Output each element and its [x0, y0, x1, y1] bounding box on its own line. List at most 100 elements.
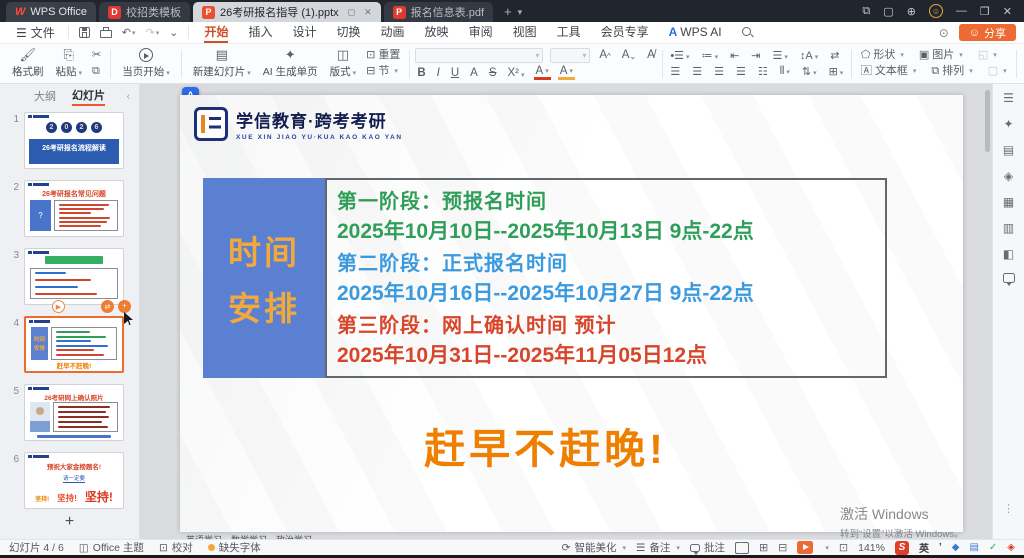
tab-design[interactable]: 设计: [283, 22, 327, 43]
tab-view[interactable]: 视图: [503, 22, 547, 43]
new-slide-plus-button[interactable]: +: [0, 509, 139, 539]
paragraph-more-button[interactable]: ⊞▾: [826, 65, 846, 78]
restore-button[interactable]: ❐: [980, 5, 990, 18]
underline-button[interactable]: U: [449, 67, 461, 79]
tab-slides[interactable]: 幻灯片: [72, 87, 105, 106]
slide-3-thumbnail[interactable]: [24, 248, 124, 305]
font-size-select[interactable]: ▾: [550, 48, 590, 63]
slide-1-thumbnail[interactable]: 2 0 2 6 26考研报名流程解读: [24, 112, 124, 169]
highlight-color-button[interactable]: A▾: [558, 66, 575, 80]
sogou-punct-icon[interactable]: ’: [939, 542, 942, 553]
sogou-board-icon[interactable]: ▤: [969, 542, 978, 553]
pin-tab-icon[interactable]: ◻: [348, 7, 355, 18]
workspace-icon[interactable]: ▢: [883, 5, 893, 18]
sogou-tool-icon[interactable]: ◈: [1007, 542, 1015, 553]
reading-view-button[interactable]: ⊟: [778, 541, 787, 554]
section-button[interactable]: ⊟节▾: [362, 65, 404, 78]
comment-icon[interactable]: [1003, 273, 1015, 283]
new-tab-button[interactable]: +: [504, 2, 512, 22]
line-spacing-button[interactable]: ↕A▾: [797, 50, 820, 62]
print-button[interactable]: [95, 27, 117, 38]
fullscreen-icon[interactable]: ⊡: [839, 541, 848, 554]
share-button[interactable]: ☺ 分享: [959, 24, 1016, 41]
strikethrough-button[interactable]: S: [487, 67, 499, 79]
group-button[interactable]: ▢▾: [984, 65, 1011, 78]
shape-library-icon[interactable]: ◧: [1003, 247, 1014, 261]
sogou-check-icon[interactable]: ✓: [989, 542, 997, 553]
shadow-button[interactable]: A: [468, 67, 480, 79]
slide-4-editing-area[interactable]: 学信教育·跨考考研 XUE XIN JIAO YU·KUA KAO KAO YA…: [180, 95, 963, 532]
notes-button[interactable]: ☰ 备注▾: [636, 540, 680, 555]
window-switch-icon[interactable]: ⧉: [862, 5, 870, 18]
decrease-font-button[interactable]: A⌄: [620, 49, 638, 61]
smart-typeset-button[interactable]: ⇄: [828, 49, 842, 62]
slideshow-play-button[interactable]: [797, 541, 813, 554]
tab-home[interactable]: 开始: [194, 22, 238, 43]
slide-5-thumbnail[interactable]: 26考研网上确认照片: [24, 384, 124, 441]
distribute-button[interactable]: ☷: [755, 65, 770, 78]
save-button[interactable]: [74, 27, 95, 38]
superscript-button[interactable]: X²▾: [506, 67, 527, 79]
ai-generate-button[interactable]: ✦ AI 生成单页: [257, 46, 324, 82]
slide-6-thumbnail[interactable]: 预祝大家金榜题名! 请一定要 坚持! 坚持! 坚持!: [24, 452, 124, 509]
material-icon[interactable]: ▦: [1003, 195, 1014, 209]
missing-font-button[interactable]: 缺失字体: [208, 540, 261, 555]
clear-format-button[interactable]: A̸: [645, 49, 657, 61]
design-icon[interactable]: ▤: [1003, 143, 1014, 157]
tab-review[interactable]: 审阅: [459, 22, 503, 43]
slide-sorter-view-button[interactable]: ⊞: [759, 541, 768, 554]
tab-pdf[interactable]: P 报名信息表.pdf: [384, 2, 493, 22]
align-center-button[interactable]: ☰: [690, 65, 705, 78]
bold-button[interactable]: B: [415, 67, 427, 79]
copy-button[interactable]: ⧉: [88, 65, 105, 78]
side-label-box[interactable]: 时间 安排: [203, 178, 325, 378]
add-slide-button[interactable]: +: [118, 300, 131, 313]
globe-icon[interactable]: ⊕: [907, 5, 916, 18]
picture-button[interactable]: ▣图片▾: [915, 49, 967, 62]
justify-button[interactable]: ☰: [733, 65, 748, 78]
comments-button[interactable]: 批注: [690, 540, 725, 555]
slogan-text[interactable]: 赶早不赶晚!: [180, 415, 911, 475]
merge-shapes-button[interactable]: ◱▾: [974, 49, 1001, 62]
undo-button[interactable]: ↶▾: [117, 26, 141, 39]
properties-icon[interactable]: ☰: [1003, 91, 1014, 105]
redo-button[interactable]: ↷▾: [141, 26, 165, 39]
slide-4-thumbnail[interactable]: 时间安排 赶早不赶晚!: [24, 316, 124, 373]
font-family-select[interactable]: ▾: [415, 48, 543, 63]
normal-view-button[interactable]: [735, 542, 749, 554]
increase-indent-button[interactable]: ⇥: [749, 49, 763, 62]
smart-beautify-button[interactable]: ⟳ 智能美化▾: [562, 540, 626, 555]
sogou-input-icon[interactable]: S: [895, 541, 909, 555]
paragraph-spacing-button[interactable]: ⇅▾: [799, 65, 819, 78]
shapes-button[interactable]: ⬠形状▾: [857, 49, 908, 62]
cut-button[interactable]: ✂: [88, 49, 105, 62]
italic-button[interactable]: I: [435, 67, 442, 79]
tab-member[interactable]: 会员专享: [591, 22, 659, 43]
tab-animation[interactable]: 动画: [371, 22, 415, 43]
more-dots-icon[interactable]: ⋮: [1003, 502, 1014, 539]
slideshow-chevron-icon[interactable]: ▾: [825, 544, 829, 552]
tab-presentation[interactable]: P 26考研报名指导 (1).pptx ◻ ✕: [193, 2, 381, 22]
zoom-level[interactable]: 141%: [858, 542, 885, 554]
tab-insert[interactable]: 插入: [238, 22, 282, 43]
vertical-scrollbar[interactable]: [985, 90, 990, 152]
text-direction-button[interactable]: ☰▾: [770, 49, 790, 62]
beautify-icon[interactable]: ✦: [1003, 117, 1013, 131]
close-tab-icon[interactable]: ✕: [364, 7, 372, 18]
file-menu[interactable]: ☰ 文件: [8, 24, 63, 41]
sogou-emoji-icon[interactable]: ◆: [952, 542, 960, 553]
settings-icon[interactable]: ⊙: [939, 26, 949, 40]
schedule-text-box[interactable]: 第一阶段：预报名时间 2025年10月10日--2025年10月13日 9点-2…: [325, 178, 887, 378]
swap-slide-button[interactable]: ⇄: [101, 300, 114, 313]
play-from-page-button[interactable]: 当页开始▾: [116, 46, 176, 82]
align-right-button[interactable]: ☰: [712, 65, 727, 78]
tab-wps-ai[interactable]: AWPS AI: [659, 22, 732, 43]
avatar[interactable]: ☺: [929, 4, 943, 18]
school-logo[interactable]: 学信教育·跨考考研 XUE XIN JIAO YU·KUA KAO KAO YA…: [194, 107, 403, 141]
app-tab[interactable]: W WPS Office: [6, 2, 96, 22]
decrease-indent-button[interactable]: ⇤: [728, 49, 742, 62]
slide-2-thumbnail[interactable]: 26考研报名常见问题 ?: [24, 180, 124, 237]
new-slide-button[interactable]: ▤ 新建幻灯片▾: [187, 46, 257, 82]
tab-slideshow[interactable]: 放映: [415, 22, 459, 43]
increase-font-button[interactable]: A^: [597, 49, 612, 61]
